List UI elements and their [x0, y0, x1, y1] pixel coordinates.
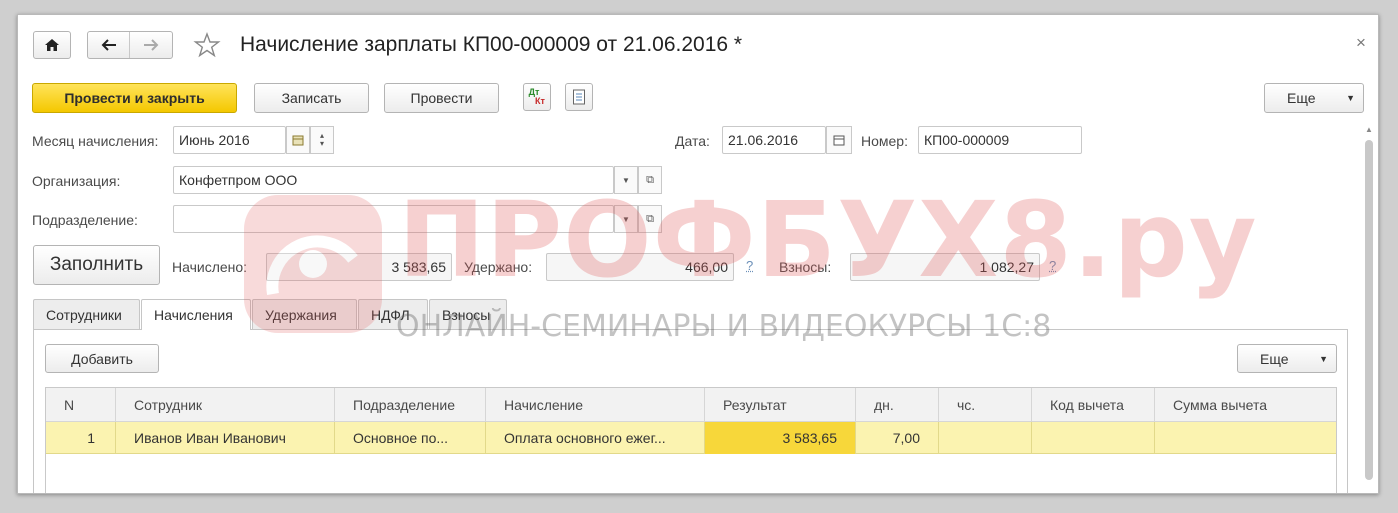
department-open-button[interactable]: ⧉	[638, 205, 662, 233]
calendar-icon	[833, 135, 845, 146]
table-header: N Сотрудник Подразделение Начисление Рез…	[46, 388, 1336, 422]
date-label: Дата:	[675, 133, 710, 149]
cell-days: 7,00	[856, 422, 939, 454]
date-picker-button[interactable]	[826, 126, 852, 154]
dt-kt-icon-bottom: Кт	[535, 96, 545, 106]
calendar-icon	[292, 135, 304, 146]
header-days[interactable]: дн.	[856, 388, 939, 422]
tab-panel: Добавить Еще ▼ N Сотрудник Подразделение…	[33, 329, 1348, 493]
report-button[interactable]	[565, 83, 593, 111]
contributions-field: 1 082,27	[850, 253, 1040, 281]
tab-employees[interactable]: Сотрудники	[33, 299, 140, 329]
dropdown-arrow-icon: ▼	[1346, 93, 1355, 103]
scroll-up-arrow-icon[interactable]: ▲	[1362, 125, 1376, 134]
favorite-star-icon[interactable]	[193, 31, 221, 59]
cell-deduction-amount	[1155, 422, 1336, 454]
department-dropdown-button[interactable]: ▼	[614, 205, 638, 233]
organization-label: Организация:	[32, 173, 121, 189]
number-label: Номер:	[861, 133, 908, 149]
vertical-scrollbar[interactable]: ▲	[1362, 125, 1376, 493]
department-label: Подразделение:	[32, 212, 138, 228]
organization-dropdown-button[interactable]: ▼	[614, 166, 638, 194]
save-button[interactable]: Записать	[254, 83, 369, 113]
withheld-label: Удержано:	[464, 259, 533, 275]
forward-arrow-icon[interactable]	[130, 32, 172, 58]
tab-accruals[interactable]: Начисления	[141, 299, 251, 330]
accrued-field: 3 583,65	[266, 253, 452, 281]
header-result[interactable]: Результат	[705, 388, 856, 422]
header-accrual[interactable]: Начисление	[486, 388, 705, 422]
dropdown-arrow-icon: ▼	[1319, 353, 1328, 364]
withheld-help-link[interactable]: ?	[746, 258, 753, 273]
header-deduction-amount[interactable]: Сумма вычета	[1155, 388, 1336, 422]
header-hours[interactable]: чс.	[939, 388, 1032, 422]
tab-withholdings[interactable]: Удержания	[252, 299, 357, 329]
month-label: Месяц начисления:	[32, 133, 159, 149]
withheld-field: 466,00	[546, 253, 734, 281]
header-department[interactable]: Подразделение	[335, 388, 486, 422]
table-more-label: Еще	[1260, 350, 1289, 367]
accrued-label: Начислено:	[172, 259, 248, 275]
contributions-help-link[interactable]: ?	[1049, 258, 1056, 273]
back-arrow-icon[interactable]	[88, 32, 131, 58]
open-window-icon: ⧉	[646, 212, 654, 225]
month-field[interactable]: Июнь 2016	[173, 126, 286, 154]
header-employee[interactable]: Сотрудник	[116, 388, 335, 422]
header-deduction-code[interactable]: Код вычета	[1032, 388, 1155, 422]
calendar-button[interactable]	[286, 126, 310, 154]
tab-contributions[interactable]: Взносы	[429, 299, 507, 329]
more-button[interactable]: Еще ▼	[1264, 83, 1364, 113]
dt-kt-button[interactable]: Дт Кт	[523, 83, 551, 111]
close-icon[interactable]: ×	[1356, 33, 1366, 53]
header-n[interactable]: N	[46, 388, 116, 422]
organization-field[interactable]: Конфетпром ООО	[173, 166, 614, 194]
month-stepper[interactable]: ▴ ▾	[310, 126, 334, 154]
home-icon	[45, 39, 59, 51]
dropdown-arrow-icon: ▼	[622, 175, 630, 185]
page-title: Начисление зарплаты КП00-000009 от 21.06…	[240, 33, 743, 56]
home-button[interactable]	[33, 31, 71, 59]
post-and-close-button[interactable]: Провести и закрыть	[32, 83, 237, 113]
add-button[interactable]: Добавить	[45, 344, 159, 373]
date-field[interactable]: 21.06.2016	[722, 126, 826, 154]
tab-ndfl[interactable]: НДФЛ	[358, 299, 428, 329]
cell-result[interactable]: 3 583,65	[705, 422, 856, 454]
post-button[interactable]: Провести	[384, 83, 499, 113]
cell-hours	[939, 422, 1032, 454]
cell-deduction-code	[1032, 422, 1155, 454]
scrollbar-thumb[interactable]	[1365, 140, 1373, 480]
dropdown-arrow-icon: ▼	[622, 214, 630, 224]
cell-n: 1	[46, 422, 116, 454]
open-window-icon: ⧉	[646, 173, 654, 186]
cell-department: Основное по...	[335, 422, 486, 454]
contributions-label: Взносы:	[779, 259, 832, 275]
accruals-table: N Сотрудник Подразделение Начисление Рез…	[45, 387, 1337, 493]
fill-button[interactable]: Заполнить	[33, 245, 160, 285]
cell-accrual: Оплата основного ежег...	[486, 422, 705, 454]
report-icon	[573, 89, 585, 105]
cell-employee: Иванов Иван Иванович	[116, 422, 335, 454]
table-more-button[interactable]: Еще ▼	[1237, 344, 1337, 373]
more-label: Еще	[1287, 90, 1316, 106]
organization-open-button[interactable]: ⧉	[638, 166, 662, 194]
department-field[interactable]	[173, 205, 614, 233]
watermark-brand: ПРОФБУХ8.ру	[398, 179, 1258, 301]
nav-buttons	[87, 31, 173, 59]
number-field[interactable]: КП00-000009	[918, 126, 1082, 154]
stepper-down-icon[interactable]: ▾	[320, 140, 324, 148]
document-window: Начисление зарплаты КП00-000009 от 21.06…	[17, 14, 1379, 494]
